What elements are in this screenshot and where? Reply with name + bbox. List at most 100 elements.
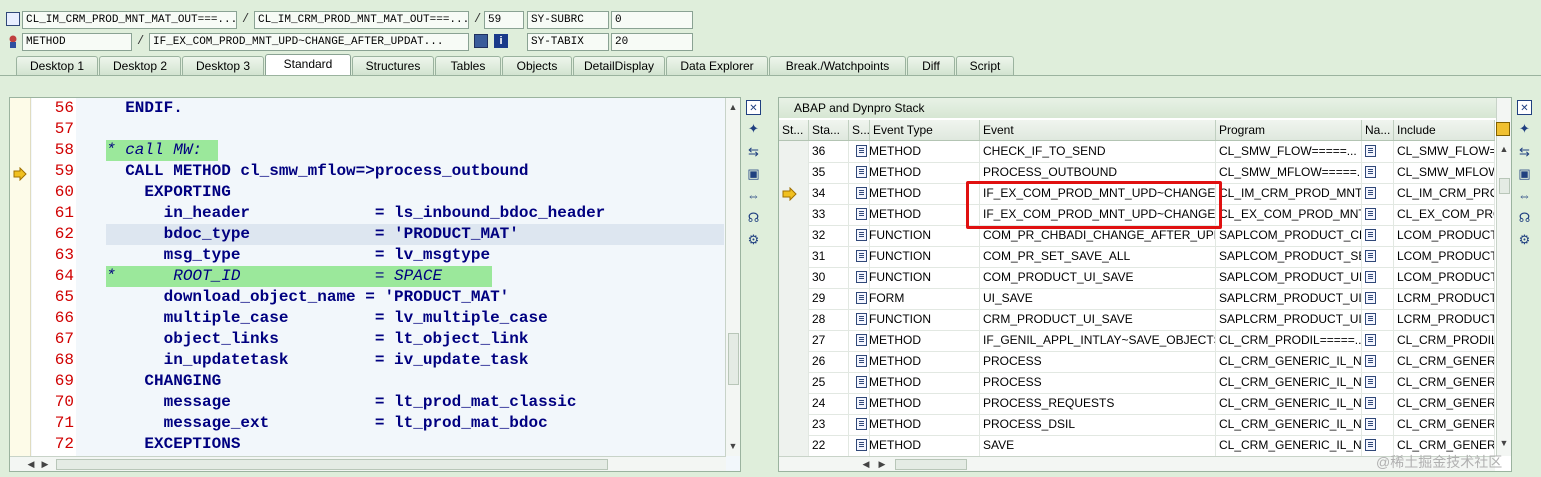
info-icon[interactable]: i xyxy=(494,34,508,48)
scroll-up-icon[interactable]: ▲ xyxy=(726,100,740,114)
tab-desktop-1[interactable]: Desktop 1 xyxy=(16,56,98,75)
stack-row[interactable]: 29 FORM UI_SAVE SAPLCRM_PRODUCT_UI... LCRM_P… xyxy=(779,288,1495,310)
stack-row[interactable]: 24 METHOD PROCESS_REQUESTS CL_CRM_GENERIC_I… xyxy=(779,393,1495,415)
tab-diff[interactable]: Diff xyxy=(907,56,955,75)
program-field[interactable]: CL_IM_CRM_PROD_MNT_MAT_OUT===... xyxy=(22,11,237,29)
tab-detail-display[interactable]: DetailDisplay xyxy=(573,56,665,75)
code-vertical-scrollbar[interactable]: ▲ ▼ xyxy=(725,98,740,456)
scroll-left-icon[interactable]: ◀ xyxy=(859,457,873,471)
navigate-cell[interactable] xyxy=(1362,162,1394,183)
scroll-left-icon[interactable]: ◀ xyxy=(24,457,38,471)
tab-structures[interactable]: Structures xyxy=(352,56,434,75)
tab-standard[interactable]: Standard xyxy=(265,54,351,76)
scroll-down-icon[interactable]: ▼ xyxy=(726,439,740,453)
code-line[interactable]: 65 download_object_name = 'PRODUCT_MAT' xyxy=(10,287,726,308)
line-number-field[interactable]: 59 xyxy=(484,11,524,29)
layout-icon[interactable] xyxy=(1496,122,1510,136)
swap-icon[interactable]: ⇆ xyxy=(746,144,761,159)
tab-desktop-3[interactable]: Desktop 3 xyxy=(182,56,264,75)
navigate-icon[interactable] xyxy=(1365,166,1376,178)
navigate-cell[interactable] xyxy=(1362,141,1394,162)
code-line[interactable]: 56 ENDIF. xyxy=(10,98,726,119)
tab-data-explorer[interactable]: Data Explorer xyxy=(666,56,768,75)
resize-icon[interactable]: ⇔ xyxy=(746,188,761,203)
navigate-icon[interactable] xyxy=(1365,418,1376,430)
navigate-icon[interactable] xyxy=(1365,334,1376,346)
navigate-icon[interactable] xyxy=(1365,187,1376,199)
close-icon[interactable]: ✕ xyxy=(746,100,761,115)
code-line[interactable]: 70 message = lt_prod_mat_classic xyxy=(10,392,726,413)
services-icon[interactable]: ☊ xyxy=(1517,210,1532,225)
code-line[interactable]: 60 EXPORTING xyxy=(10,182,726,203)
maximize-icon[interactable]: ▣ xyxy=(746,166,761,181)
navigate-cell[interactable] xyxy=(1362,414,1394,435)
scroll-thumb[interactable] xyxy=(56,459,608,470)
scroll-right-icon[interactable]: ▶ xyxy=(875,457,889,471)
tab-break-watchpoints[interactable]: Break./Watchpoints xyxy=(769,56,906,75)
swap-icon[interactable]: ⇆ xyxy=(1517,144,1532,159)
code-line[interactable]: 71 message_ext = lt_prod_mat_bdoc xyxy=(10,413,726,434)
maximize-icon[interactable]: ▣ xyxy=(1517,166,1532,181)
navigate-icon[interactable] xyxy=(1365,355,1376,367)
column-header[interactable]: Sta... xyxy=(809,120,849,140)
column-header[interactable]: S... xyxy=(849,120,870,140)
column-header[interactable]: Event xyxy=(980,120,1216,140)
tab-tables[interactable]: Tables xyxy=(435,56,501,75)
stack-row[interactable]: 26 METHOD PROCESSCL_CRM_GENERIC_IL_NE... CL… xyxy=(779,351,1495,373)
scroll-right-icon[interactable]: ▶ xyxy=(38,457,52,471)
navigate-cell[interactable] xyxy=(1362,204,1394,225)
column-header[interactable]: Event Type xyxy=(870,120,980,140)
code-line[interactable]: 57 xyxy=(10,119,726,140)
navigate-cell[interactable] xyxy=(1362,288,1394,309)
navigate-cell[interactable] xyxy=(1362,267,1394,288)
column-header[interactable]: Include xyxy=(1394,120,1495,140)
stack-row[interactable]: 27 METHOD IF_GENIL_APPL_INTLAY~SAVE_OBJECT… xyxy=(779,330,1495,352)
stack-vertical-scrollbar[interactable]: ▲ ▼ xyxy=(1496,98,1511,456)
navigate-cell[interactable] xyxy=(1362,225,1394,246)
tab-desktop-2[interactable]: Desktop 2 xyxy=(99,56,181,75)
column-header[interactable]: St... xyxy=(779,120,809,140)
stack-row[interactable]: 28 FUNCTION CRM_PRODUCT_UI_SAVE SAPLCRM_PRO… xyxy=(779,309,1495,331)
include-field[interactable]: CL_IM_CRM_PROD_MNT_MAT_OUT===... xyxy=(254,11,469,29)
code-line[interactable]: 58 * call MW: xyxy=(10,140,726,161)
navigate-icon[interactable] xyxy=(1365,271,1376,283)
stack-row[interactable]: 30 FUNCTION COM_PRODUCT_UI_SAVE SAPLCOM_PRO… xyxy=(779,267,1495,289)
navigate-cell[interactable] xyxy=(1362,183,1394,204)
code-line[interactable]: 68 in_updatetask = iv_update_task xyxy=(10,350,726,371)
scroll-down-icon[interactable]: ▼ xyxy=(1497,436,1511,450)
navigate-icon[interactable] xyxy=(1365,439,1376,451)
code-line[interactable]: 69 CHANGING xyxy=(10,371,726,392)
event-type-field[interactable]: METHOD xyxy=(22,33,132,51)
navigate-icon[interactable] xyxy=(1365,397,1376,409)
code-horizontal-scrollbar[interactable]: ◀ ▶ xyxy=(10,456,726,471)
navigate-icon[interactable] xyxy=(1365,376,1376,388)
navigate-cell[interactable] xyxy=(1362,330,1394,351)
code-line[interactable]: 59 CALL METHOD cl_smw_mflow=>process_out… xyxy=(10,161,726,182)
new-tool-icon[interactable]: ✦ xyxy=(746,121,761,136)
tab-script[interactable]: Script xyxy=(956,56,1014,75)
navigate-icon[interactable] xyxy=(1365,292,1376,304)
navigate-cell[interactable] xyxy=(1362,351,1394,372)
code-line[interactable]: 61 in_header = ls_inbound_bdoc_header xyxy=(10,203,726,224)
close-icon[interactable]: ✕ xyxy=(1517,100,1532,115)
settings-icon[interactable]: ⚙ xyxy=(1517,232,1532,247)
stack-row[interactable]: 36 METHOD CHECK_IF_TO_SEND CL_SMW_FLOW=====… xyxy=(779,141,1495,163)
resize-icon[interactable]: ⇔ xyxy=(1517,188,1532,203)
navigate-icon[interactable] xyxy=(1365,208,1376,220)
navigate-cell[interactable] xyxy=(1362,372,1394,393)
column-header[interactable]: Na... xyxy=(1362,120,1394,140)
stack-row[interactable]: 25 METHOD PROCESSCL_CRM_GENERIC_IL_NE... CL… xyxy=(779,372,1495,394)
tab-objects[interactable]: Objects xyxy=(502,56,572,75)
settings-icon[interactable]: ⚙ xyxy=(746,232,761,247)
navigate-icon[interactable] xyxy=(1365,145,1376,157)
code-line[interactable]: 67 object_links = lt_object_link xyxy=(10,329,726,350)
code-line[interactable]: 66 multiple_case = lv_multiple_case xyxy=(10,308,726,329)
code-line[interactable]: 64 * ROOT_ID = SPACE xyxy=(10,266,726,287)
navigate-icon[interactable] xyxy=(1365,229,1376,241)
new-tool-icon[interactable]: ✦ xyxy=(1517,121,1532,136)
navigate-cell[interactable] xyxy=(1362,309,1394,330)
stack-row[interactable]: 31 FUNCTION COM_PR_SET_SAVE_ALL SAPLCOM_PRO… xyxy=(779,246,1495,268)
navigate-cell[interactable] xyxy=(1362,393,1394,414)
scroll-thumb[interactable] xyxy=(1499,178,1510,194)
navigate-icon[interactable] xyxy=(1365,313,1376,325)
